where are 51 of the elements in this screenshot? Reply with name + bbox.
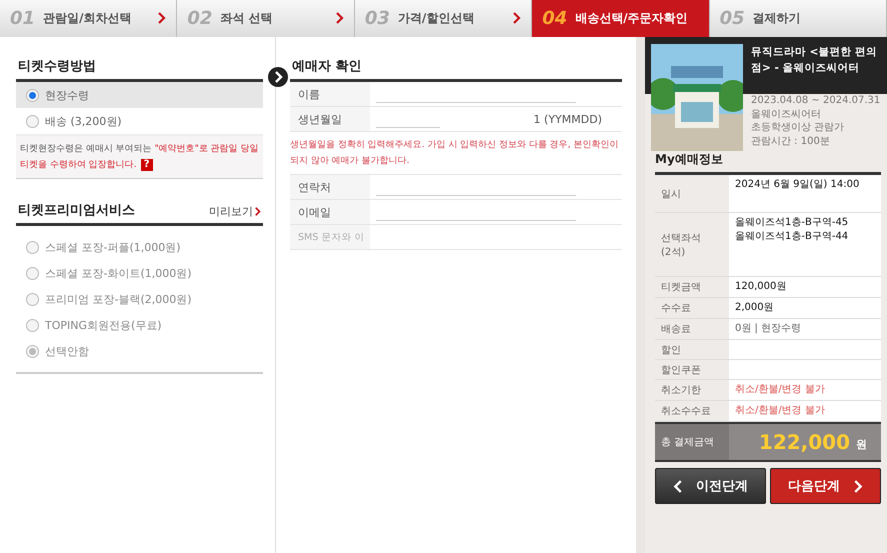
info-label: 할인 [660, 344, 682, 358]
option-label: 프리미엄 포장-블랙(2,000원) [45, 292, 192, 306]
step-tab[interactable]: 03 가격/할인선택 [354, 0, 532, 37]
currency-unit: 원 [856, 436, 867, 452]
option-label: 스페셜 포장-화이트(1,000원) [45, 266, 192, 280]
section-title: My예매정보 [654, 151, 724, 168]
info-label: 티켓금액 [660, 281, 702, 295]
info-value: 0원 | 현장수령 [729, 319, 881, 339]
field-label: 이름 [290, 82, 370, 106]
info-label: 선택좌석 (2석) [660, 232, 702, 260]
info-value: 2,000원 [729, 298, 881, 318]
section-title: 티켓수령방법 [18, 58, 96, 75]
show-title: 뮤직드라마 <불편한 편의점> - 올웨이즈씨어터 [751, 45, 878, 76]
info-label: 취소수수료 [660, 405, 712, 419]
section-title: 티켓프리미엄서비스 [18, 202, 135, 219]
total-label: 총 결제금액 [655, 424, 729, 460]
field-label: SMS 문자와 이 [290, 225, 370, 249]
step-tab[interactable]: 05 결제하기 [710, 0, 887, 37]
format-hint: 1 (YYMMDD) [534, 112, 602, 126]
step-tab[interactable]: 04 배송선택/주문자확인 [532, 0, 710, 37]
field-label: 연락처 [290, 175, 370, 199]
total-amount: 122,000 [758, 430, 850, 454]
info-value: 올웨이즈석1층-B구역-45 올웨이즈석1층-B구역-44 [729, 213, 881, 276]
show-info: 초등학생이상 관람가 [751, 121, 846, 134]
field-label: 이메일 [290, 200, 370, 224]
info-value: 취소/환불/변경 불가 [729, 380, 881, 400]
info-value: 취소/환불/변경 불가 [729, 401, 881, 421]
option-label: 스페셜 포장-퍼플(1,000원) [45, 240, 181, 254]
next-button[interactable]: 다음단계 [770, 468, 881, 504]
info-value: 2024년 6월 9일(일) 14:00 [729, 175, 881, 212]
info-label: 일시 [660, 188, 682, 202]
option-label: 선택안함 [45, 344, 89, 358]
info-label: 수수료 [660, 302, 692, 316]
preview-link[interactable]: 미리보기 [209, 204, 261, 219]
option-label: 배송 (3,200원) [45, 114, 122, 128]
help-button[interactable]: ? [140, 158, 153, 171]
step-tab[interactable]: 01 관람일/회차선택 [0, 0, 178, 37]
previous-button[interactable]: 이전단계 [655, 468, 766, 504]
info-label: 취소기한 [660, 384, 702, 398]
field-label: 생년월일 [290, 107, 370, 131]
show-info: 2023.04.08 ~ 2024.07.31 [751, 94, 882, 108]
show-info: 올웨이즈씨어터 [751, 108, 822, 121]
info-label: 배송료 [660, 323, 692, 337]
info-value: 120,000원 [729, 277, 881, 297]
section-title: 예매자 확인 [292, 58, 362, 75]
step-tab[interactable]: 02 좌석 선택 [177, 0, 355, 37]
notice-text: 티켓현장수령은 예매시 부여되는 "예약번호"로 관람일 당일 티켓을 수령하여 입장합니다. ? [16, 134, 263, 179]
option-label: 현장수령 [45, 88, 89, 102]
show-info: 관람시간 : 100분 [751, 134, 831, 148]
info-label: 할인쿠폰 [660, 364, 702, 378]
option-label: TOPING회원전용(무료) [45, 318, 162, 332]
